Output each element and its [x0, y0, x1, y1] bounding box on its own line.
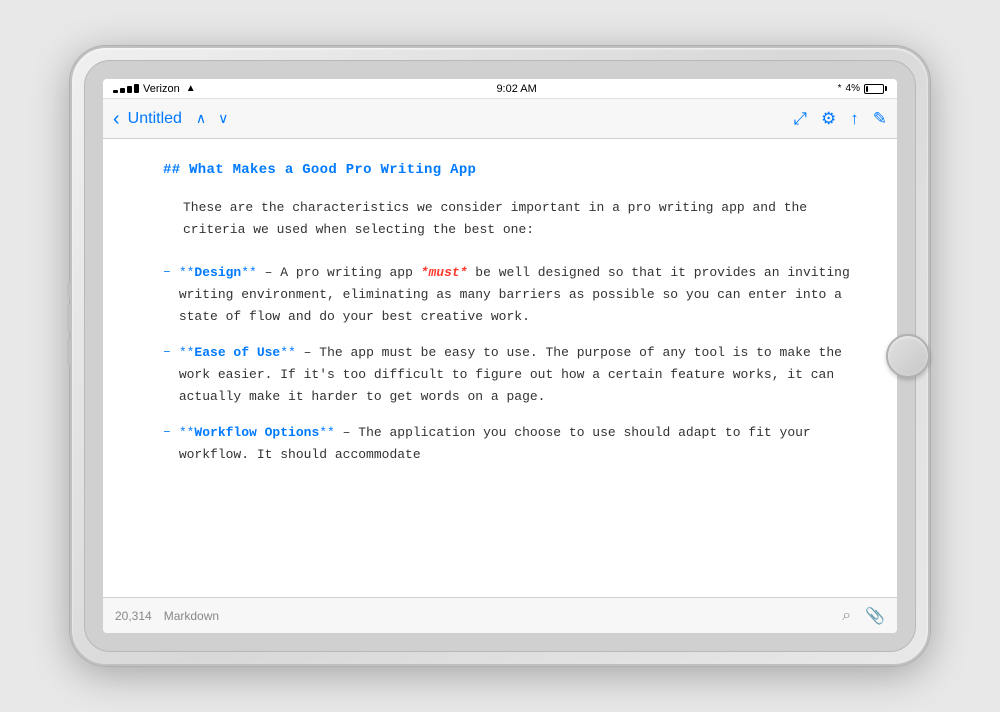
nav-arrows: ∧ ∨ [192, 108, 233, 129]
asterisk-close: ** [241, 265, 257, 280]
bottom-bar: 20,314 Markdown ⌕ 📎 [103, 597, 897, 633]
content-area: ## What Makes a Good Pro Writing App The… [103, 139, 897, 597]
volume-down-button[interactable] [67, 338, 72, 366]
time-label: 9:02 AM [496, 83, 536, 95]
down-arrow-icon[interactable]: ∨ [214, 108, 232, 129]
nav-right: ⤢ ⚙ ↑ ✎ [793, 109, 887, 129]
asterisk-open: ** [179, 425, 195, 440]
italic-must: *must* [421, 265, 468, 280]
list-content-design: **Design** – A pro writing app *must* be… [179, 262, 867, 328]
resize-icon[interactable]: ⤢ [793, 109, 807, 129]
intro-paragraph: These are the characteristics we conside… [163, 197, 867, 241]
volume-up-button[interactable] [67, 304, 72, 332]
list-dash: – [163, 342, 171, 408]
word-count: 20,314 [115, 609, 152, 623]
list-items: – **Design** – A pro writing app *must* … [163, 262, 867, 467]
content-heading: ## What Makes a Good Pro Writing App [163, 159, 867, 181]
status-left: Verizon ▲ [113, 83, 196, 95]
up-arrow-icon[interactable]: ∧ [192, 108, 210, 129]
list-dash: – [163, 422, 171, 466]
bottom-left: 20,314 Markdown [115, 609, 219, 623]
nav-title[interactable]: Untitled [128, 110, 182, 128]
battery-icon [864, 84, 887, 94]
list-item: – **Ease of Use** – The app must be easy… [163, 342, 867, 408]
asterisk-close: ** [280, 345, 296, 360]
search-icon[interactable]: ⌕ [842, 607, 851, 625]
intro-text: These are the characteristics we conside… [183, 200, 807, 237]
screen: Verizon ▲ 9:02 AM * 4% [103, 79, 897, 633]
term-ease: Ease of Use [194, 345, 280, 360]
term-design: Design [194, 265, 241, 280]
list-content-workflow: **Workflow Options** – The application y… [179, 422, 867, 466]
back-chevron-icon[interactable]: ‹ [113, 109, 120, 129]
attachment-icon[interactable]: 📎 [865, 606, 885, 626]
gear-icon[interactable]: ⚙ [821, 109, 836, 129]
list-item: – **Workflow Options** – The application… [163, 422, 867, 466]
carrier-label: Verizon [143, 83, 180, 95]
ipad-frame: Verizon ▲ 9:02 AM * 4% [70, 46, 930, 666]
status-right: * 4% [838, 83, 887, 94]
share-icon[interactable]: ↑ [850, 109, 859, 129]
signal-icon [113, 84, 139, 93]
mode-label: Markdown [164, 609, 219, 623]
heading-text: ## What Makes a Good Pro Writing App [163, 162, 476, 178]
term-workflow: Workflow Options [194, 425, 319, 440]
asterisk-close: ** [319, 425, 335, 440]
ipad-device: Verizon ▲ 9:02 AM * 4% [70, 46, 930, 666]
asterisk-open: ** [179, 265, 195, 280]
battery-percent: 4% [846, 83, 860, 94]
mute-button[interactable] [67, 282, 72, 298]
list-item: – **Design** – A pro writing app *must* … [163, 262, 867, 328]
ipad-inner: Verizon ▲ 9:02 AM * 4% [84, 60, 916, 652]
status-bar: Verizon ▲ 9:02 AM * 4% [103, 79, 897, 99]
wifi-icon: ▲ [186, 83, 196, 94]
nav-left: ‹ Untitled ∧ ∨ [113, 108, 232, 129]
bluetooth-icon: * [838, 83, 842, 94]
asterisk-open: ** [179, 345, 195, 360]
home-button[interactable] [886, 334, 930, 378]
list-content-ease: **Ease of Use** – The app must be easy t… [179, 342, 867, 408]
nav-bar: ‹ Untitled ∧ ∨ ⤢ ⚙ ↑ ✎ [103, 99, 897, 139]
list-dash: – [163, 262, 171, 328]
bottom-right: ⌕ 📎 [842, 606, 885, 626]
edit-icon[interactable]: ✎ [873, 109, 887, 129]
volume-buttons [67, 282, 72, 366]
